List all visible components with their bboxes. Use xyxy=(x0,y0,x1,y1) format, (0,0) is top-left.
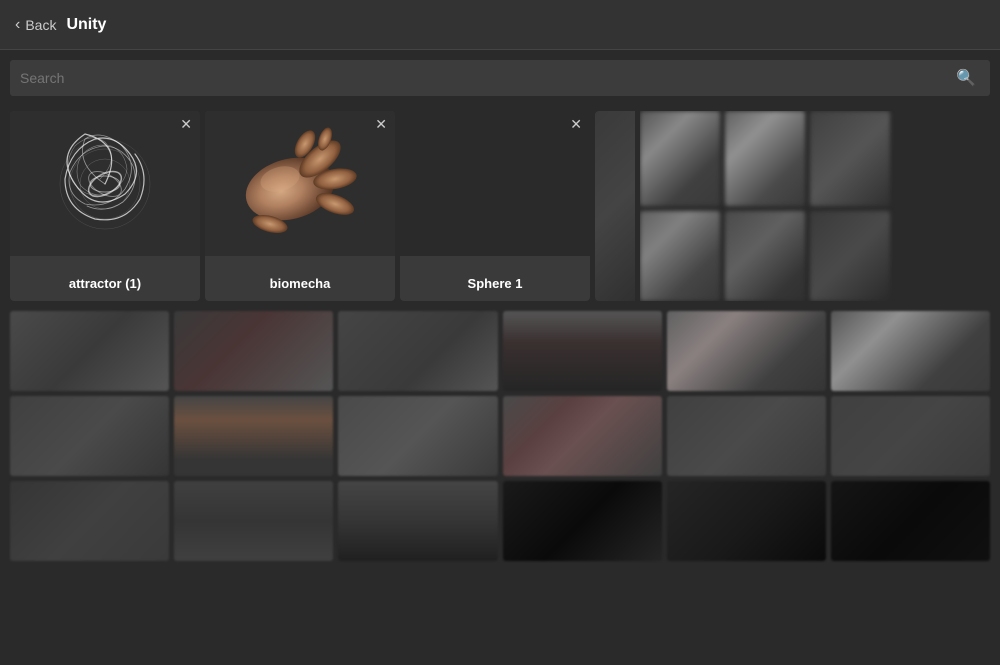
back-chevron-icon: ‹ xyxy=(15,16,20,34)
top-bar: ‹ Back Unity xyxy=(0,0,1000,50)
back-label: Back xyxy=(25,17,56,33)
back-button[interactable]: ‹ Back xyxy=(15,16,56,34)
blur-block xyxy=(503,396,662,476)
close-icon: ✕ xyxy=(180,116,192,132)
cards-row: ✕ attractor (1) xyxy=(10,111,990,301)
blurred-grid-row3 xyxy=(10,481,990,561)
blur-block xyxy=(338,396,497,476)
blurred-grid-row2 xyxy=(10,396,990,476)
blur-block xyxy=(174,311,333,391)
search-input[interactable] xyxy=(20,70,952,86)
asset-card-biomecha[interactable]: ✕ xyxy=(205,111,395,301)
content-area: ✕ attractor (1) xyxy=(0,106,1000,566)
blur-block xyxy=(667,396,826,476)
blur-block xyxy=(338,311,497,391)
blur-block xyxy=(667,311,826,391)
search-icon: 🔍 xyxy=(956,70,976,87)
blurred-grid-row1 xyxy=(10,311,990,391)
blur-block xyxy=(831,481,990,561)
close-button-attractor[interactable]: ✕ xyxy=(180,117,192,131)
card-label-sphere1: Sphere 1 xyxy=(400,276,590,291)
blur-block xyxy=(503,311,662,391)
partial-card xyxy=(595,111,635,301)
blur-block xyxy=(831,311,990,391)
blur-block xyxy=(10,396,169,476)
close-icon: ✕ xyxy=(375,116,387,132)
search-button[interactable]: 🔍 xyxy=(952,64,980,92)
card-label-biomecha: biomecha xyxy=(205,276,395,291)
right-preview-area xyxy=(640,111,990,301)
thumbnail-attractor xyxy=(10,111,200,256)
close-button-sphere1[interactable]: ✕ xyxy=(570,117,582,131)
thumbnail-biomecha xyxy=(205,111,395,256)
blur-block xyxy=(338,481,497,561)
blur-block xyxy=(174,396,333,476)
asset-card-sphere1[interactable]: ✕ Sphere 1 xyxy=(400,111,590,301)
page-title: Unity xyxy=(66,16,106,34)
biomecha-svg xyxy=(220,114,380,254)
card-label-attractor: attractor (1) xyxy=(10,276,200,291)
blur-block xyxy=(667,481,826,561)
attractor-svg xyxy=(45,124,165,244)
blur-block xyxy=(831,396,990,476)
thumbnail-sphere1 xyxy=(400,111,590,256)
blur-block xyxy=(10,481,169,561)
blur-block xyxy=(503,481,662,561)
asset-card-attractor[interactable]: ✕ attractor (1) xyxy=(10,111,200,301)
close-button-biomecha[interactable]: ✕ xyxy=(375,117,387,131)
close-icon: ✕ xyxy=(570,116,582,132)
blur-block xyxy=(174,481,333,561)
search-bar: 🔍 xyxy=(10,60,990,96)
blur-block xyxy=(10,311,169,391)
